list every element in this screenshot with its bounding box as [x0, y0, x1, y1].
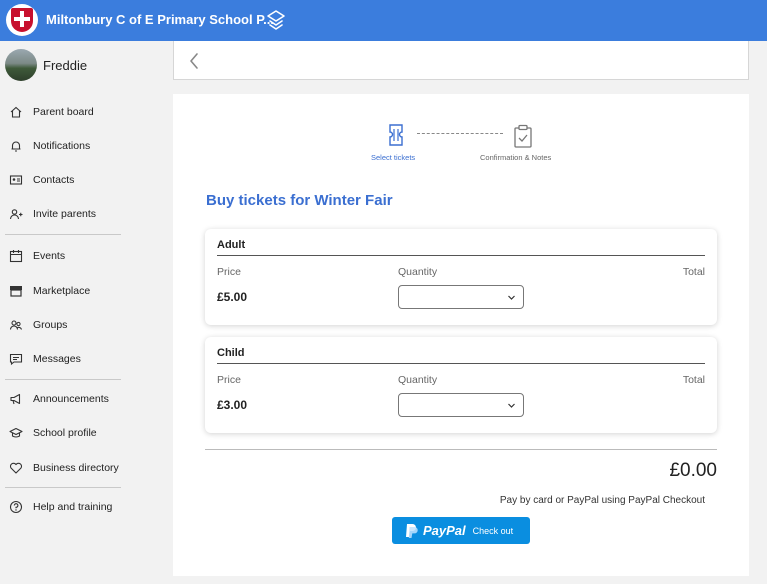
sidebar-item-label: Messages: [33, 353, 81, 365]
sidebar-item-school-profile[interactable]: School profile: [9, 424, 97, 442]
sidebar-item-notifications[interactable]: Notifications: [9, 137, 90, 155]
sidebar-item-marketplace[interactable]: Marketplace: [9, 282, 90, 300]
ticket-divider: [217, 363, 705, 364]
ticket-icon[interactable]: [387, 124, 405, 146]
sidebar-item-contacts[interactable]: Contacts: [9, 171, 74, 189]
quantity-header: Quantity: [398, 374, 438, 386]
step-label-confirmation-notes[interactable]: Confirmation & Notes: [480, 153, 551, 162]
sidebar-item-help-and-training[interactable]: Help and training: [9, 498, 112, 516]
total-header: Total: [682, 266, 705, 278]
paypal-brand-label: PayPal: [423, 523, 466, 538]
school-crest-logo[interactable]: [6, 4, 38, 36]
sidebar-item-messages[interactable]: Messages: [9, 350, 81, 368]
checkout-stepper: Select tickets Confirmation & Notes: [173, 94, 749, 184]
sidebar-item-label: Invite parents: [33, 208, 97, 220]
price-header: Price: [217, 266, 241, 278]
sidebar-item-label: Contacts: [33, 174, 75, 186]
user-name[interactable]: Freddie: [43, 58, 87, 73]
heart-icon: [9, 462, 23, 474]
page-title: Buy tickets for Winter Fair: [206, 192, 393, 209]
sidebar-item-parent-board[interactable]: Parent board: [9, 103, 94, 121]
sidebar-item-announcements[interactable]: Announcements: [9, 390, 109, 408]
ticket-price: £3.00: [217, 398, 248, 412]
top-header-bar: Miltonbury C of E Primary School P...: [0, 0, 767, 41]
sidebar-divider: [5, 487, 121, 488]
price-header: Price: [217, 374, 241, 386]
total-header: Total: [682, 374, 705, 386]
calendar-icon: [9, 250, 23, 263]
paypal-checkout-label: Check out: [472, 525, 514, 536]
step-label-select-tickets[interactable]: Select tickets: [371, 153, 415, 162]
graduation-cap-icon: [9, 427, 23, 438]
sidebar: Freddie Parent board Notifications Conta…: [0, 41, 130, 584]
chevron-down-icon: [508, 295, 515, 300]
ticket-purchase-card: Select tickets Confirmation & Notes Buy …: [173, 94, 749, 576]
grand-total: £0.00: [669, 460, 717, 481]
home-icon: [10, 106, 22, 118]
sidebar-item-label: Notifications: [33, 140, 91, 152]
totals-divider: [205, 449, 717, 450]
sidebar-item-label: Parent board: [33, 106, 94, 118]
bell-icon: [11, 141, 21, 152]
sidebar-item-label: Business directory: [33, 462, 119, 474]
chevron-down-icon: [508, 403, 515, 408]
quantity-header: Quantity: [398, 266, 438, 278]
sidebar-item-label: Groups: [33, 319, 68, 331]
school-name[interactable]: Miltonbury C of E Primary School P...: [46, 12, 274, 27]
clipboard-check-icon[interactable]: [513, 124, 533, 148]
group-icon: [9, 320, 23, 330]
sidebar-item-label: Events: [33, 250, 66, 262]
back-bar: [173, 41, 749, 80]
sidebar-item-events[interactable]: Events: [9, 247, 65, 265]
quantity-select[interactable]: [398, 285, 524, 309]
avatar[interactable]: [5, 49, 37, 81]
back-chevron-icon[interactable]: [186, 51, 204, 71]
sidebar-item-label: Help and training: [33, 501, 113, 513]
sidebar-item-label: School profile: [33, 427, 97, 439]
shop-icon: [10, 286, 22, 297]
ticket-price: £5.00: [217, 290, 248, 304]
quantity-select[interactable]: [398, 393, 524, 417]
payment-note: Pay by card or PayPal using PayPal Check…: [499, 495, 705, 506]
sidebar-item-label: Marketplace: [33, 285, 91, 297]
sidebar-divider: [5, 234, 121, 235]
message-icon: [9, 353, 23, 366]
add-user-icon: [9, 209, 23, 220]
sidebar-item-business-directory[interactable]: Business directory: [9, 459, 119, 477]
user-profile[interactable]: Freddie: [5, 49, 87, 81]
sidebar-item-label: Announcements: [33, 393, 109, 405]
sidebar-item-invite-parents[interactable]: Invite parents: [9, 205, 96, 223]
paypal-logo-icon: [406, 523, 418, 538]
switch-school-icon[interactable]: [266, 9, 286, 31]
ticket-name: Child: [217, 347, 245, 359]
ticket-name: Adult: [217, 239, 246, 251]
contact-card-icon: [9, 175, 23, 185]
ticket-row-child: Child Price Quantity Total £3.00: [205, 337, 717, 433]
sidebar-item-groups[interactable]: Groups: [9, 316, 67, 334]
megaphone-icon: [10, 393, 21, 405]
help-icon: [9, 500, 23, 514]
ticket-row-adult: Adult Price Quantity Total £5.00: [205, 229, 717, 325]
sidebar-divider: [5, 379, 121, 380]
stepper-connector: [417, 133, 503, 134]
ticket-divider: [217, 255, 705, 256]
paypal-checkout-button[interactable]: PayPal Check out: [392, 517, 530, 544]
